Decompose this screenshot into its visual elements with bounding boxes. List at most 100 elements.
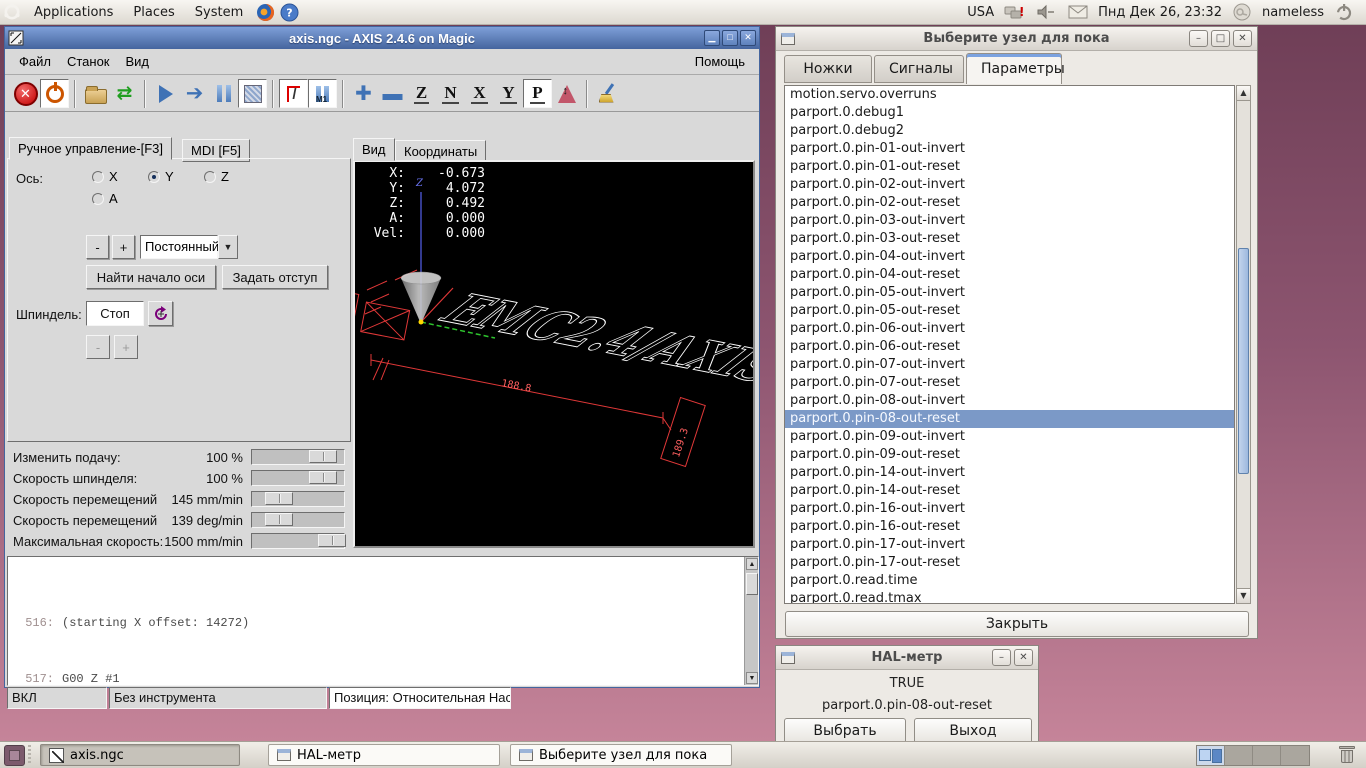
optional-stop-toggle[interactable]: M1: [308, 79, 337, 108]
view-top-button[interactable]: Z: [407, 79, 436, 108]
tab-preview[interactable]: Вид: [353, 138, 395, 161]
minimize-button[interactable]: ▁: [704, 30, 720, 46]
machine-power-button[interactable]: [40, 79, 69, 108]
hal-parameter-item[interactable]: parport.0.read.time: [785, 572, 1234, 590]
gcode-line[interactable]: 517: G00 Z #1: [12, 672, 742, 685]
tab-parameters[interactable]: Параметры: [966, 53, 1065, 84]
jog-minus-button[interactable]: -: [86, 235, 109, 259]
close-dialog-button[interactable]: Закрыть: [785, 611, 1249, 637]
pause-program-button[interactable]: [209, 79, 238, 108]
trash-icon[interactable]: [1336, 744, 1358, 766]
axis-radio-a[interactable]: A: [92, 191, 118, 206]
gcode-listing[interactable]: 516: (starting X offset: 14272) 517: G00 Z…: [7, 556, 759, 686]
help-launcher-icon[interactable]: ?: [279, 2, 299, 22]
hal-parameter-item[interactable]: parport.0.pin-07-out-reset: [785, 374, 1234, 392]
maximize-button[interactable]: □: [1211, 30, 1230, 47]
slider-track[interactable]: [251, 449, 345, 465]
user-name[interactable]: nameless: [1262, 5, 1324, 20]
hal-parameter-item[interactable]: parport.0.pin-06-out-invert: [785, 320, 1234, 338]
hal-list-scrollbar[interactable]: ▲ ▼: [1236, 85, 1251, 604]
volume-muted-icon[interactable]: [1036, 2, 1056, 22]
emergency-stop-button[interactable]: ✕: [11, 79, 40, 108]
hal-parameter-item[interactable]: parport.0.pin-14-out-invert: [785, 464, 1234, 482]
close-button[interactable]: ✕: [740, 30, 756, 46]
hal-parameter-item[interactable]: parport.0.pin-04-out-invert: [785, 248, 1234, 266]
stop-program-button[interactable]: [238, 79, 267, 108]
slider-track[interactable]: [251, 491, 345, 507]
workspace-3[interactable]: [1253, 745, 1281, 765]
hal-parameter-item[interactable]: parport.0.pin-07-out-invert: [785, 356, 1234, 374]
run-step-button[interactable]: ➔: [180, 79, 209, 108]
scrollbar-thumb[interactable]: [1238, 248, 1249, 474]
hal-parameter-item[interactable]: parport.0.pin-08-out-reset: [785, 410, 1234, 428]
jog-mode-dropdown[interactable]: Постоянный ▼: [140, 235, 238, 259]
workspace-1[interactable]: [1197, 745, 1225, 765]
applications-menu[interactable]: Applications: [24, 0, 123, 25]
axis-radio-z[interactable]: Z: [204, 169, 229, 184]
zoom-in-button[interactable]: ✚: [349, 79, 378, 108]
tab-pins[interactable]: Ножки: [784, 55, 872, 83]
hal-parameter-item[interactable]: parport.0.pin-09-out-invert: [785, 428, 1234, 446]
touch-off-button[interactable]: Задать отступ: [222, 265, 328, 289]
view-perspective-button[interactable]: P: [523, 79, 552, 108]
slider-handle[interactable]: [318, 534, 347, 547]
hal-parameter-item[interactable]: parport.0.pin-05-out-invert: [785, 284, 1234, 302]
hal-parameter-item[interactable]: parport.0.pin-08-out-invert: [785, 392, 1234, 410]
rotate-view-button[interactable]: [552, 79, 581, 108]
scrollbar-thumb[interactable]: [746, 573, 758, 595]
hal-parameter-item[interactable]: parport.0.pin-09-out-reset: [785, 446, 1234, 464]
hal-parameter-item[interactable]: parport.0.pin-03-out-reset: [785, 230, 1234, 248]
spindle-forward-button[interactable]: [148, 301, 173, 326]
power-button-icon[interactable]: [1334, 2, 1354, 22]
home-axis-button[interactable]: Найти начало оси: [86, 265, 216, 289]
minimize-button[interactable]: –: [1189, 30, 1208, 47]
close-button[interactable]: ✕: [1233, 30, 1252, 47]
view-rotated-top-button[interactable]: N: [436, 79, 465, 108]
user-avatar-icon[interactable]: [1232, 2, 1252, 22]
close-button[interactable]: ✕: [1014, 649, 1033, 666]
workspace-2[interactable]: [1225, 745, 1253, 765]
maximize-button[interactable]: □: [722, 30, 738, 46]
spindle-slower-button[interactable]: -: [86, 335, 110, 359]
menu-view[interactable]: Вид: [120, 52, 156, 71]
open-file-button[interactable]: [81, 79, 110, 108]
hal-parameter-item[interactable]: parport.0.pin-04-out-reset: [785, 266, 1234, 284]
hal-parameter-item[interactable]: parport.0.pin-17-out-reset: [785, 554, 1234, 572]
hal-meter-titlebar[interactable]: HAL-метр – ✕: [776, 646, 1038, 670]
tab-manual-control[interactable]: Ручное управление-[F3]: [9, 137, 173, 160]
gcode-scrollbar[interactable]: ▲ ▼: [744, 557, 758, 685]
hal-parameter-item[interactable]: parport.0.pin-01-out-reset: [785, 158, 1234, 176]
show-desktop-button[interactable]: [4, 744, 25, 766]
view-side-button[interactable]: X: [465, 79, 494, 108]
menu-machine[interactable]: Станок: [61, 52, 116, 71]
run-program-button[interactable]: [151, 79, 180, 108]
jog-plus-button[interactable]: +: [112, 235, 135, 259]
hal-dialog-titlebar[interactable]: Выберите узел для пока – □ ✕: [776, 27, 1257, 51]
slider-track[interactable]: [251, 512, 345, 528]
hal-parameter-item[interactable]: parport.0.pin-05-out-reset: [785, 302, 1234, 320]
hal-parameter-item[interactable]: parport.0.debug2: [785, 122, 1234, 140]
hal-parameter-item[interactable]: motion.servo.overruns: [785, 86, 1234, 104]
axis-radio-y[interactable]: Y: [148, 169, 174, 184]
hal-parameter-item[interactable]: parport.0.read.tmax: [785, 590, 1234, 603]
mail-notification-icon[interactable]: [1068, 2, 1088, 22]
tab-signals[interactable]: Сигналы: [874, 55, 964, 83]
taskbar-item-halmeter[interactable]: HAL-метр: [268, 744, 500, 766]
places-menu[interactable]: Places: [123, 0, 184, 25]
workspace-4[interactable]: [1281, 745, 1309, 765]
slider-handle[interactable]: [264, 513, 293, 526]
axis-titlebar[interactable]: axis.ngc - AXIS 2.4.6 on Magic ▁ □ ✕: [5, 27, 759, 49]
workspace-switcher[interactable]: [1196, 744, 1310, 766]
view-front-button[interactable]: Y: [494, 79, 523, 108]
scroll-up-icon[interactable]: ▲: [1237, 86, 1250, 101]
spindle-faster-button[interactable]: +: [114, 335, 138, 359]
slider-handle[interactable]: [309, 450, 338, 463]
zoom-out-button[interactable]: ▬: [378, 79, 407, 108]
taskbar-item-axis[interactable]: axis.ngc: [40, 744, 240, 766]
clock[interactable]: Пнд Дек 26, 23:32: [1098, 5, 1222, 20]
slider-track[interactable]: [251, 533, 347, 549]
scroll-up-icon[interactable]: ▲: [746, 558, 758, 570]
preview-canvas[interactable]: X: -0.673 Y: 4.072 Z: 0.492 A: 0.000 Vel: 0.0…: [353, 160, 755, 548]
keyboard-layout-indicator[interactable]: USA: [967, 5, 994, 20]
hal-parameter-item[interactable]: parport.0.pin-06-out-reset: [785, 338, 1234, 356]
